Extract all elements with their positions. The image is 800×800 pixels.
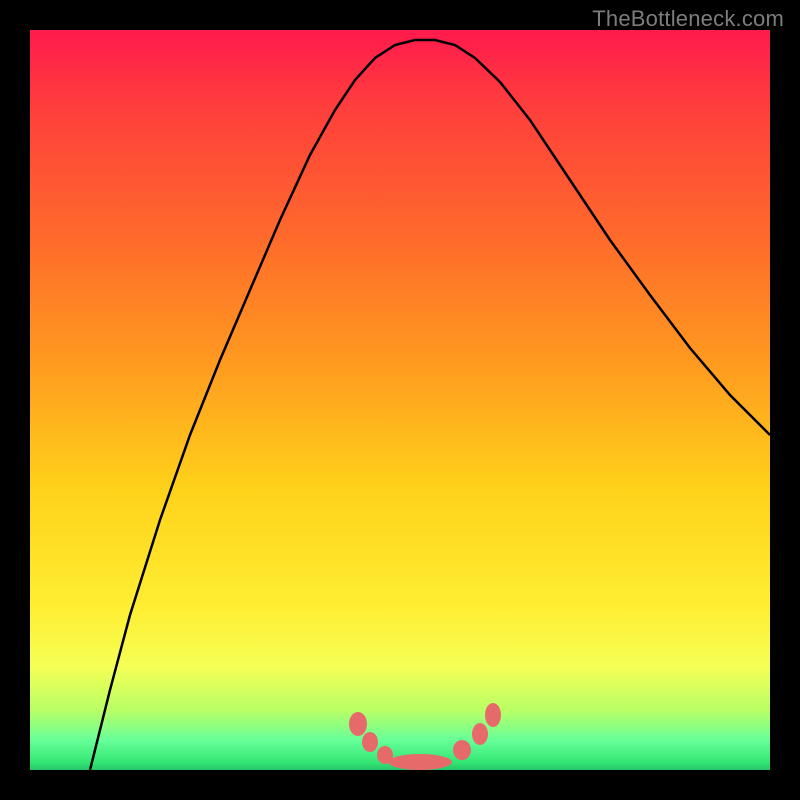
curve-marker [362,732,378,752]
curve-markers [349,703,501,770]
curve-marker [349,712,367,736]
curve-svg [30,30,770,770]
plot-area [30,30,770,770]
chart-frame: TheBottleneck.com [0,0,800,800]
curve-marker [453,740,471,760]
curve-marker [472,723,488,745]
bottleneck-curve [90,40,770,770]
watermark-text: TheBottleneck.com [592,6,784,32]
curve-marker [388,754,452,770]
curve-marker [485,703,501,727]
